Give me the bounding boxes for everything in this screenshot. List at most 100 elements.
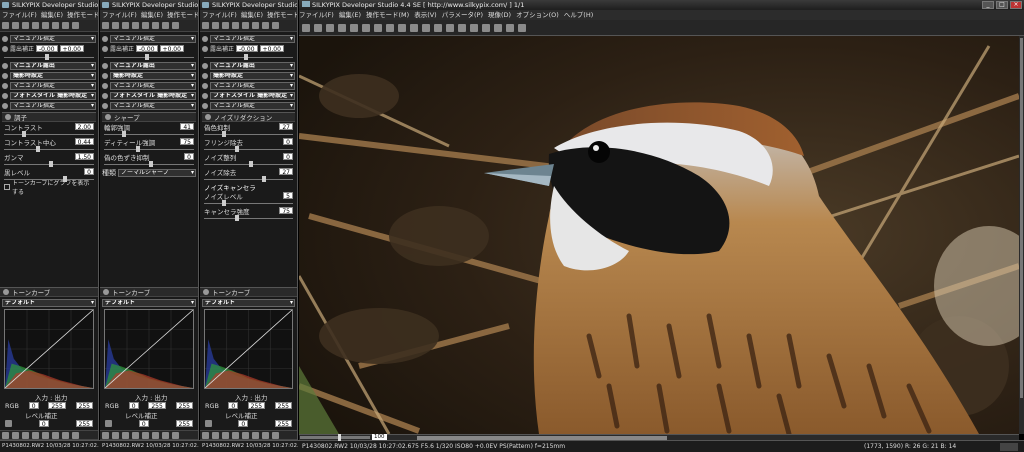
slider-knob[interactable] <box>49 161 53 167</box>
type-dropdown[interactable]: ノーマルシャープ <box>118 168 196 177</box>
slider-knob[interactable] <box>149 161 153 167</box>
slider-knob[interactable] <box>248 161 253 167</box>
exposure-right-value[interactable]: +0.00 <box>159 45 184 53</box>
slider-value[interactable]: 0 <box>283 138 293 146</box>
panel-tool-icon[interactable] <box>252 431 259 439</box>
eyedropper-icon[interactable] <box>152 22 159 29</box>
slider-value[interactable]: 75 <box>180 138 194 146</box>
panel-tool-icon[interactable] <box>212 431 219 439</box>
parameter-slider[interactable] <box>204 131 293 137</box>
parameter-icon[interactable] <box>2 92 8 99</box>
menu-params[interactable]: パラメータ(P) <box>442 11 483 19</box>
parameter-slider[interactable] <box>104 161 194 167</box>
rgb-channel[interactable]: RGB <box>105 402 119 410</box>
warning-icon[interactable] <box>338 23 346 32</box>
panel-tool-icon[interactable] <box>42 431 49 439</box>
parameter-icon[interactable] <box>202 102 208 109</box>
parameter-slider[interactable] <box>4 146 94 152</box>
hand-icon[interactable] <box>242 22 249 29</box>
panel-tool-icon[interactable] <box>142 431 149 439</box>
open-icon[interactable] <box>2 22 9 29</box>
exposure-slider[interactable] <box>204 54 293 60</box>
develop-icon[interactable] <box>122 22 129 29</box>
text-icon[interactable] <box>506 23 514 32</box>
panel-tool-icon[interactable] <box>172 431 179 439</box>
input-max[interactable]: 255 <box>148 402 166 410</box>
slider-value[interactable]: 27 <box>279 168 293 176</box>
menu-item[interactable]: 編集(E) <box>241 11 263 19</box>
input-max[interactable]: 255 <box>247 402 266 410</box>
slider-value[interactable]: 0 <box>84 168 94 176</box>
panel-tool-icon[interactable] <box>102 431 109 439</box>
curve-preset-dropdown[interactable]: デフォルト <box>202 298 295 307</box>
parameter-icon[interactable] <box>2 102 8 109</box>
parameter-slider[interactable] <box>204 215 293 221</box>
exposure-left-value[interactable]: -0.00 <box>36 45 58 53</box>
parameter-dropdown[interactable]: マニュアル指定 <box>10 34 96 43</box>
panel-tool-icon[interactable] <box>2 431 9 439</box>
level-min[interactable]: 0 <box>238 420 249 428</box>
tone-curve-icon[interactable] <box>3 289 9 295</box>
menu-item[interactable]: 編集(E) <box>141 11 163 19</box>
eyedropper-icon[interactable] <box>252 22 259 29</box>
parameter-dropdown[interactable]: マニュアル指定 <box>110 81 196 90</box>
parameter-slider[interactable] <box>204 200 293 206</box>
parameter-icon[interactable] <box>202 72 208 79</box>
maximize-button[interactable]: □ <box>996 1 1008 9</box>
tone-curve-graph[interactable] <box>104 309 194 389</box>
slider-knob[interactable] <box>35 146 40 152</box>
section-icon[interactable] <box>205 114 211 120</box>
parameter-dropdown[interactable]: マニュアル露出 <box>110 61 196 70</box>
parameter-dropdown[interactable]: マニュアル露出 <box>210 61 295 70</box>
save-icon[interactable] <box>212 22 219 29</box>
menu-item[interactable]: 編集(E) <box>41 11 63 19</box>
zoom-icon[interactable] <box>32 22 39 29</box>
hand-icon[interactable] <box>142 22 149 29</box>
checkbox-row[interactable]: トーンカーブにグラフを表示する <box>2 180 96 196</box>
slider-value[interactable]: 0 <box>283 153 293 161</box>
tone-curve-graph[interactable] <box>204 309 293 389</box>
menu-item[interactable]: 操作モード(M) <box>167 11 198 19</box>
parameter-slider[interactable] <box>4 161 94 167</box>
parameter-dropdown[interactable]: 撮影時設定 <box>110 71 196 80</box>
rotate-icon[interactable] <box>162 22 169 29</box>
level-max[interactable]: 255 <box>75 420 93 428</box>
menu-develop[interactable]: 現像(D) <box>488 11 511 19</box>
slider-value[interactable]: 2.00 <box>74 123 94 131</box>
input-max[interactable]: 255 <box>48 402 66 410</box>
level-icon[interactable] <box>205 420 212 427</box>
eyedropper-icon[interactable] <box>52 22 59 29</box>
open-icon[interactable] <box>202 22 209 29</box>
input-min[interactable]: 0 <box>28 402 39 410</box>
parameter-dropdown[interactable]: マニュアル指定 <box>210 101 295 110</box>
parameter-icon[interactable] <box>202 45 208 52</box>
parameter-slider[interactable] <box>204 176 293 182</box>
photo-view[interactable] <box>299 36 1019 434</box>
output-max[interactable]: 255 <box>175 402 193 410</box>
parameter-icon[interactable] <box>2 62 8 69</box>
menu-item[interactable]: 操作モード(M) <box>67 11 98 19</box>
panel-tool-icon[interactable] <box>132 431 139 439</box>
menu-item[interactable]: ファイル(F) <box>2 11 37 19</box>
parameter-icon[interactable] <box>102 82 108 89</box>
menu-edit[interactable]: 編集(E) <box>339 11 361 19</box>
panel-tool-icon[interactable] <box>232 431 239 439</box>
menu-item[interactable]: 操作モード(M) <box>267 11 297 19</box>
parameter-slider[interactable] <box>104 146 194 152</box>
hand-icon[interactable] <box>42 22 49 29</box>
parameter-icon[interactable] <box>202 62 208 69</box>
parameter-dropdown[interactable]: マニュアル指定 <box>10 101 96 110</box>
develop-icon[interactable] <box>22 22 29 29</box>
menu-item[interactable]: ファイル(F) <box>202 11 237 19</box>
open-icon[interactable] <box>302 23 310 32</box>
slider-knob[interactable] <box>235 215 240 221</box>
parameter-icon[interactable] <box>102 45 108 52</box>
parameter-icon[interactable] <box>102 62 108 69</box>
develop-icon[interactable] <box>326 23 334 32</box>
rotate-icon[interactable] <box>262 22 269 29</box>
panel-tool-icon[interactable] <box>202 431 209 439</box>
spot-icon[interactable] <box>422 23 430 32</box>
slider-value[interactable]: 0.44 <box>74 138 94 146</box>
level-max[interactable]: 255 <box>274 420 292 428</box>
settings-icon[interactable] <box>494 23 502 32</box>
